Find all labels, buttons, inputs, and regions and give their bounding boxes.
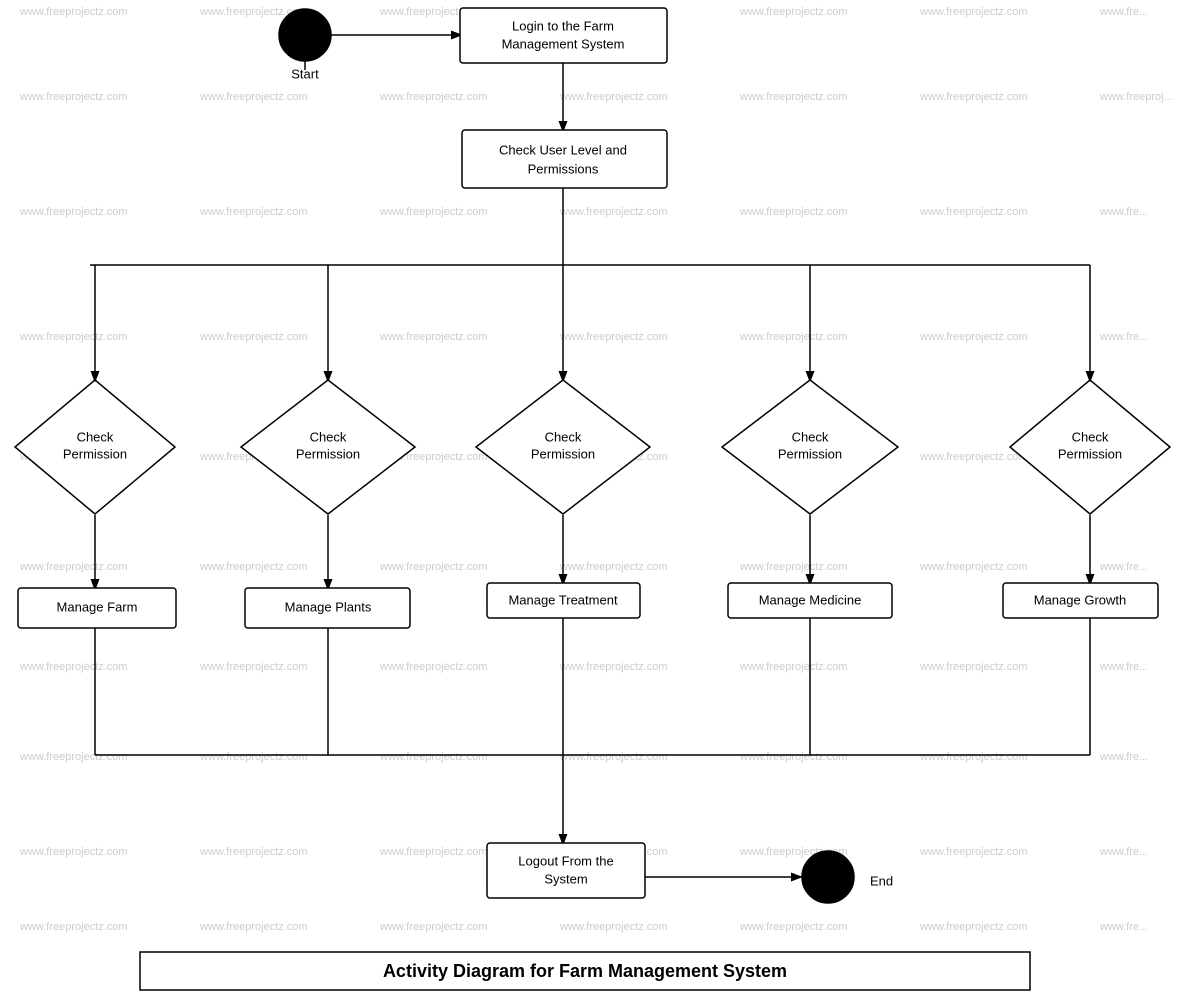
svg-text:www.freeprojectz.com: www.freeprojectz.com — [199, 846, 308, 858]
perm2-text2: Permission — [296, 446, 360, 461]
svg-text:www.fre...: www.fre... — [1099, 661, 1148, 673]
svg-text:www.freeprojectz.com: www.freeprojectz.com — [739, 561, 848, 573]
manage-plants-text: Manage Plants — [285, 599, 372, 614]
svg-text:www.fre...: www.fre... — [1099, 846, 1148, 858]
svg-text:www.freeprojectz.com: www.freeprojectz.com — [19, 751, 128, 763]
svg-text:www.freeprojectz.com: www.freeprojectz.com — [919, 451, 1028, 463]
svg-text:www.freeprojectz.com: www.freeprojectz.com — [199, 751, 308, 763]
perm3-text2: Permission — [531, 446, 595, 461]
login-text-line1: Login to the Farm — [512, 18, 614, 33]
svg-text:www.freeprojectz.com: www.freeprojectz.com — [739, 206, 848, 218]
svg-text:www.freeprojectz.com: www.freeprojectz.com — [19, 206, 128, 218]
svg-text:www.freeprojectz.com: www.freeprojectz.com — [919, 331, 1028, 343]
svg-text:www.freeprojectz.com: www.freeprojectz.com — [739, 331, 848, 343]
svg-text:www.freeprojectz.com: www.freeprojectz.com — [919, 751, 1028, 763]
end-circle — [802, 851, 854, 903]
start-circle — [279, 9, 331, 61]
perm4-text1: Check — [792, 429, 829, 444]
svg-text:www.freeprojectz.com: www.freeprojectz.com — [559, 921, 668, 933]
login-text-line2: Management System — [502, 36, 625, 51]
logout-text1: Logout From the — [518, 853, 613, 868]
manage-treatment-text: Manage Treatment — [508, 592, 618, 607]
svg-text:www.freeprojectz.com: www.freeprojectz.com — [919, 921, 1028, 933]
svg-text:www.freeprojectz.com: www.freeprojectz.com — [199, 91, 308, 103]
svg-text:www.freeprojectz.com: www.freeprojectz.com — [919, 91, 1028, 103]
svg-text:www.freeprojectz.com: www.freeprojectz.com — [559, 661, 668, 673]
perm1-text2: Permission — [63, 446, 127, 461]
end-label: End — [870, 873, 893, 888]
perm1-text1: Check — [77, 429, 114, 444]
svg-text:www.freeprojectz.com: www.freeprojectz.com — [919, 661, 1028, 673]
svg-text:www.freeprojectz.com: www.freeprojectz.com — [379, 921, 488, 933]
svg-text:www.freeprojectz.com: www.freeprojectz.com — [19, 846, 128, 858]
svg-text:www.freeprojectz.com: www.freeprojectz.com — [559, 331, 668, 343]
svg-text:www.freeprojectz.com: www.freeprojectz.com — [379, 206, 488, 218]
svg-text:www.freeprojectz.com: www.freeprojectz.com — [739, 661, 848, 673]
diagram-container: www.freeprojectz.com www.freeprojectz.co… — [0, 0, 1178, 994]
svg-text:www.freeprojectz.com: www.freeprojectz.com — [919, 6, 1028, 18]
svg-text:www.freeprojectz.com: www.freeprojectz.com — [559, 91, 668, 103]
check-user-text2: Permissions — [528, 161, 599, 176]
svg-text:www.freeprojectz.com: www.freeprojectz.com — [199, 561, 308, 573]
perm4-text2: Permission — [778, 446, 842, 461]
svg-text:www.freeprojectz.com: www.freeprojectz.com — [559, 206, 668, 218]
manage-growth-text: Manage Growth — [1034, 592, 1127, 607]
svg-text:www.fre...: www.fre... — [1099, 206, 1148, 218]
svg-text:www.freeprojectz.com: www.freeprojectz.com — [739, 921, 848, 933]
svg-text:www.fre...: www.fre... — [1099, 6, 1148, 18]
svg-text:www.freeprojectz.com: www.freeprojectz.com — [19, 91, 128, 103]
check-user-text1: Check User Level and — [499, 142, 627, 157]
start-label: Start — [291, 66, 319, 81]
svg-text:www.freeprojectz.com: www.freeprojectz.com — [19, 661, 128, 673]
svg-text:www.freeprojectz.com: www.freeprojectz.com — [919, 561, 1028, 573]
svg-text:www.fre...: www.fre... — [1099, 921, 1148, 933]
manage-farm-text: Manage Farm — [57, 599, 138, 614]
svg-text:www.freeprojectz.com: www.freeprojectz.com — [199, 661, 308, 673]
svg-text:www.freeprojectz.com: www.freeprojectz.com — [739, 6, 848, 18]
svg-text:www.freeprojectz.com: www.freeprojectz.com — [379, 846, 488, 858]
svg-text:www.freeproj...: www.freeproj... — [1099, 91, 1173, 103]
svg-text:www.fre...: www.fre... — [1099, 751, 1148, 763]
svg-text:www.freeprojectz.com: www.freeprojectz.com — [199, 331, 308, 343]
logout-text2: System — [544, 871, 587, 886]
svg-text:www.freeprojectz.com: www.freeprojectz.com — [559, 751, 668, 763]
svg-text:www.freeprojectz.com: www.freeprojectz.com — [919, 206, 1028, 218]
svg-text:www.freeprojectz.com: www.freeprojectz.com — [379, 91, 488, 103]
perm5-text2: Permission — [1058, 446, 1122, 461]
svg-text:www.freeprojectz.com: www.freeprojectz.com — [19, 331, 128, 343]
svg-text:www.fre...: www.fre... — [1099, 561, 1148, 573]
svg-text:www.freeprojectz.com: www.freeprojectz.com — [19, 6, 128, 18]
svg-text:www.freeprojectz.com: www.freeprojectz.com — [19, 561, 128, 573]
svg-text:www.freeprojectz.com: www.freeprojectz.com — [379, 661, 488, 673]
perm5-text1: Check — [1072, 429, 1109, 444]
svg-text:www.freeprojectz.com: www.freeprojectz.com — [739, 91, 848, 103]
perm2-text1: Check — [310, 429, 347, 444]
svg-text:www.freeprojectz.com: www.freeprojectz.com — [739, 751, 848, 763]
svg-text:www.freeprojectz.com: www.freeprojectz.com — [559, 561, 668, 573]
svg-text:www.freeprojectz.com: www.freeprojectz.com — [379, 751, 488, 763]
svg-text:www.fre...: www.fre... — [1099, 331, 1148, 343]
svg-text:www.freeprojectz.com: www.freeprojectz.com — [19, 921, 128, 933]
svg-text:www.freeprojectz.com: www.freeprojectz.com — [199, 206, 308, 218]
perm3-text1: Check — [545, 429, 582, 444]
svg-text:www.freeprojectz.com: www.freeprojectz.com — [199, 921, 308, 933]
svg-text:www.freeprojectz.com: www.freeprojectz.com — [919, 846, 1028, 858]
check-user-level-box — [462, 130, 667, 188]
svg-text:www.freeprojectz.com: www.freeprojectz.com — [379, 331, 488, 343]
title-text: Activity Diagram for Farm Management Sys… — [383, 961, 787, 981]
manage-medicine-text: Manage Medicine — [759, 592, 862, 607]
svg-text:www.freeprojectz.com: www.freeprojectz.com — [379, 561, 488, 573]
